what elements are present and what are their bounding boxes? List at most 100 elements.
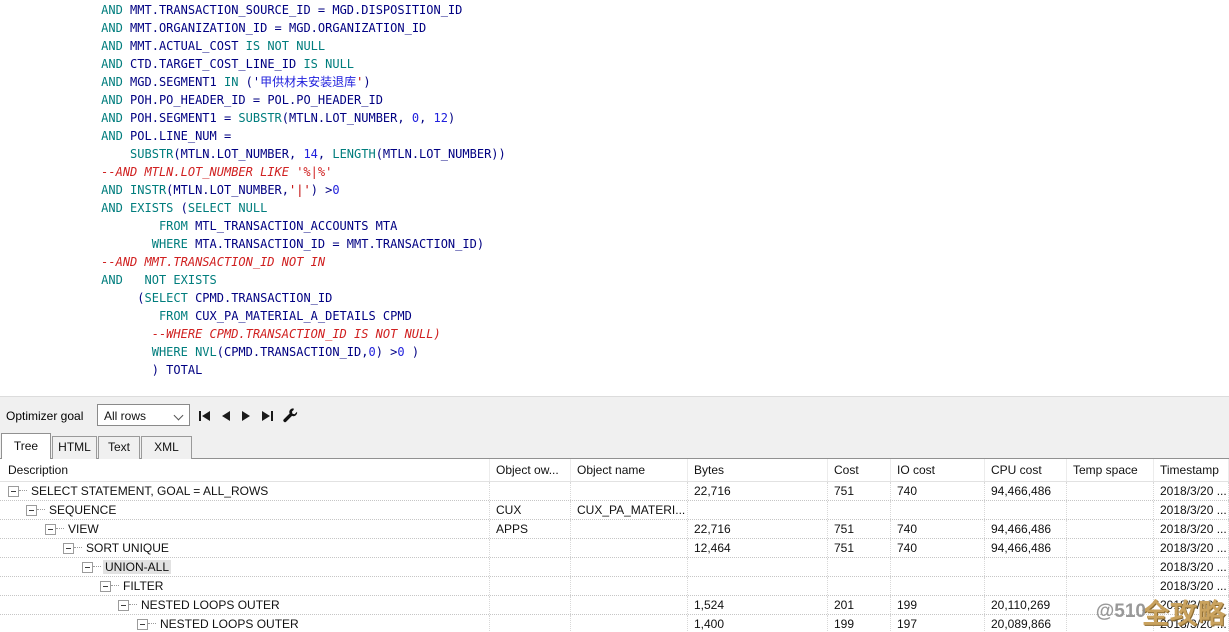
plan-step-nav [199, 410, 273, 422]
optimizer-goal-select[interactable]: All rows [97, 404, 190, 426]
sql-editor[interactable]: AND MMT.TRANSACTION_SOURCE_ID = MGD.DISP… [0, 0, 1229, 397]
first-step-button[interactable] [199, 410, 210, 422]
plan-operation-label: FILTER [121, 579, 165, 593]
plan-cell [891, 501, 985, 519]
plan-cell: APPS [490, 520, 571, 538]
plsql-developer-window: AND MMT.TRANSACTION_SOURCE_ID = MGD.DISP… [0, 0, 1229, 632]
plan-toolbar: Optimizer goal All rows [0, 396, 1229, 433]
plan-description-cell: VIEW [0, 520, 490, 538]
settings-button[interactable] [282, 407, 298, 423]
optimizer-goal-label: Optimizer goal [6, 409, 83, 423]
plan-cell [1067, 501, 1154, 519]
collapse-toggle-icon[interactable] [8, 486, 19, 497]
code-line: AND MMT.ACTUAL_COST IS NOT NULL [0, 37, 1229, 55]
plan-tree-row[interactable]: FILTER 2018/3/20 ... [0, 577, 1229, 596]
tab-html[interactable]: HTML [52, 436, 97, 459]
plan-cell: CUX [490, 501, 571, 519]
plan-tree-row[interactable]: NESTED LOOPS OUTER1,40019919720,089,8662… [0, 615, 1229, 632]
collapse-toggle-icon[interactable] [118, 600, 129, 611]
wrench-icon [282, 407, 298, 423]
plan-cell [490, 615, 571, 632]
plan-cell: 201 [828, 596, 891, 614]
collapse-toggle-icon[interactable] [137, 619, 148, 630]
plan-operation-label: UNION-ALL [103, 560, 171, 574]
plan-description-cell: SORT UNIQUE [0, 539, 490, 557]
plan-cell [490, 482, 571, 500]
plan-tree-row[interactable]: SORT UNIQUE12,46475174094,466,4862018/3/… [0, 539, 1229, 558]
last-step-button[interactable] [262, 410, 273, 422]
plan-description-cell: SELECT STATEMENT, GOAL = ALL_ROWS [0, 482, 490, 500]
code-line: AND EXISTS (SELECT NULL [0, 199, 1229, 217]
plan-cell: 20,110,269 [985, 596, 1067, 614]
collapse-toggle-icon[interactable] [82, 562, 93, 573]
column-header-cost[interactable]: Cost [828, 459, 891, 481]
tab-text[interactable]: Text [98, 436, 140, 459]
collapse-toggle-icon[interactable] [100, 581, 111, 592]
plan-cell [571, 558, 688, 576]
column-header-timestamp[interactable]: Timestamp [1154, 459, 1229, 481]
plan-cell: 2018/3/20 ... [1154, 577, 1229, 595]
plan-grid-body: SELECT STATEMENT, GOAL = ALL_ROWS 22,716 7… [0, 482, 1229, 632]
plan-cell [828, 577, 891, 595]
next-step-button[interactable] [242, 410, 250, 422]
plan-tree-row[interactable]: UNION-ALL2018/3/20 ... [0, 558, 1229, 577]
plan-description-cell: NESTED LOOPS OUTER [0, 596, 490, 614]
plan-cell [1067, 596, 1154, 614]
tab-tree[interactable]: Tree [1, 433, 51, 459]
column-header-temp-space[interactable]: Temp space [1067, 459, 1154, 481]
plan-operation-label: SEQUENCE [47, 503, 118, 517]
code-line: AND MMT.TRANSACTION_SOURCE_ID = MGD.DISP… [0, 1, 1229, 19]
plan-cell [571, 482, 688, 500]
plan-cell: 199 [891, 596, 985, 614]
plan-cell [688, 577, 828, 595]
column-header-object-name[interactable]: Object name [571, 459, 688, 481]
code-line: FROM MTL_TRANSACTION_ACCOUNTS MTA [0, 217, 1229, 235]
plan-tree-row[interactable]: SEQUENCECUXCUX_PA_MATERI...2018/3/20 ... [0, 501, 1229, 520]
next-step-icon [242, 411, 250, 421]
previous-step-icon [222, 411, 230, 421]
plan-cell: 740 [891, 539, 985, 557]
column-header-cpu-cost[interactable]: CPU cost [985, 459, 1067, 481]
column-header-bytes[interactable]: Bytes [688, 459, 828, 481]
column-header-object-ow-[interactable]: Object ow... [490, 459, 571, 481]
plan-cell [985, 501, 1067, 519]
previous-step-button[interactable] [222, 410, 230, 422]
code-line: AND MMT.ORGANIZATION_ID = MGD.ORGANIZATI… [0, 19, 1229, 37]
plan-cell [571, 615, 688, 632]
collapse-toggle-icon[interactable] [45, 524, 56, 535]
code-line: AND CTD.TARGET_COST_LINE_ID IS NULL [0, 55, 1229, 73]
plan-cell: 199 [828, 615, 891, 632]
column-header-description[interactable]: Description [0, 459, 490, 481]
plan-cell: 20,089,866 [985, 615, 1067, 632]
plan-cell [828, 558, 891, 576]
plan-cell [571, 577, 688, 595]
plan-cell [571, 520, 688, 538]
code-line: WHERE NVL(CPMD.TRANSACTION_ID,0) >0 ) [0, 343, 1229, 361]
code-line: --WHERE CPMD.TRANSACTION_ID IS NOT NULL) [0, 325, 1229, 343]
plan-tree-row[interactable]: VIEWAPPS22,71675174094,466,4862018/3/20 … [0, 520, 1229, 539]
plan-cell: 94,466,486 [985, 482, 1067, 500]
code-line: FROM CUX_PA_MATERIAL_A_DETAILS CPMD [0, 307, 1229, 325]
plan-cell [688, 501, 828, 519]
tab-xml[interactable]: XML [141, 436, 192, 459]
code-line: AND MGD.SEGMENT1 IN ('甲供材未安装退库') [0, 73, 1229, 91]
column-header-io-cost[interactable]: IO cost [891, 459, 985, 481]
plan-grid-header: DescriptionObject ow...Object nameBytesC… [0, 459, 1229, 482]
plan-cell [1067, 482, 1154, 500]
plan-cell [1067, 520, 1154, 538]
plan-operation-label: SORT UNIQUE [84, 541, 171, 555]
plan-operation-label: NESTED LOOPS OUTER [139, 598, 282, 612]
plan-cell [891, 577, 985, 595]
collapse-toggle-icon[interactable] [26, 505, 37, 516]
plan-tree-row[interactable]: SELECT STATEMENT, GOAL = ALL_ROWS 22,716 7… [0, 482, 1229, 501]
plan-cell [490, 558, 571, 576]
plan-cell: 22,716 [688, 482, 828, 500]
plan-cell: 740 [891, 482, 985, 500]
plan-cell [1067, 615, 1154, 632]
plan-tree-row[interactable]: NESTED LOOPS OUTER1,52420119920,110,2692… [0, 596, 1229, 615]
collapse-toggle-icon[interactable] [63, 543, 74, 554]
plan-cell [571, 596, 688, 614]
code-line: ) TOTAL [0, 361, 1229, 379]
plan-cell: 1,524 [688, 596, 828, 614]
code-line: AND POL.LINE_NUM = [0, 127, 1229, 145]
